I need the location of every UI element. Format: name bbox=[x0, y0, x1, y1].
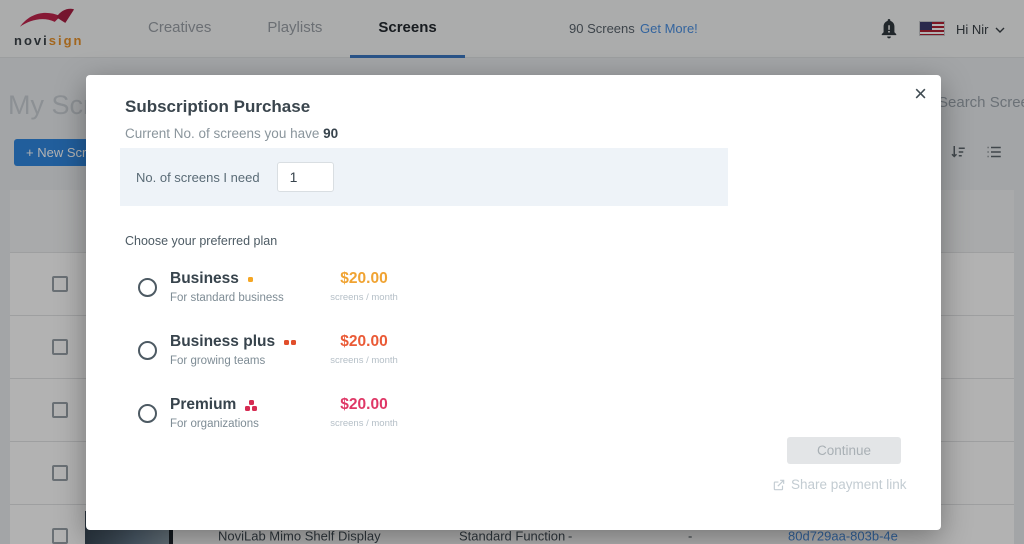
plan-subtitle: For standard business bbox=[170, 292, 284, 304]
radio-business-plus[interactable] bbox=[138, 341, 157, 360]
plan-option-business-plus[interactable]: Business plus For growing teams $20.00 s… bbox=[136, 333, 556, 385]
screens-needed-input[interactable] bbox=[276, 162, 334, 192]
plan-subtitle: For growing teams bbox=[170, 355, 266, 367]
plan-price: $20.00 bbox=[340, 270, 388, 287]
radio-premium[interactable] bbox=[138, 404, 157, 423]
share-payment-link-label: Share payment link bbox=[791, 477, 907, 492]
close-icon[interactable]: × bbox=[914, 79, 927, 110]
plan-name: Premium bbox=[170, 396, 259, 414]
current-screens-label: Current No. of screens you have 90 bbox=[125, 126, 339, 141]
plan-price-unit: screens / month bbox=[330, 355, 398, 366]
plan-tier-dots-icon bbox=[245, 399, 258, 411]
plan-price-unit: screens / month bbox=[330, 292, 398, 303]
share-payment-link[interactable]: Share payment link bbox=[772, 477, 907, 492]
choose-plan-label: Choose your preferred plan bbox=[125, 234, 278, 248]
screens-needed-label: No. of screens I need bbox=[136, 169, 260, 185]
plan-tier-dots-icon bbox=[247, 276, 253, 282]
external-link-icon bbox=[773, 479, 785, 490]
plan-price-unit: screens / month bbox=[330, 418, 398, 429]
subscription-purchase-modal: × Subscription Purchase Current No. of s… bbox=[86, 75, 941, 530]
screens-needed-band: No. of screens I need bbox=[120, 148, 728, 206]
current-screens-value: 90 bbox=[323, 126, 339, 141]
plan-name: Business bbox=[170, 270, 284, 288]
plan-tier-dots-icon bbox=[284, 339, 297, 345]
plan-subtitle: For organizations bbox=[170, 418, 259, 430]
modal-title: Subscription Purchase bbox=[125, 97, 311, 116]
plan-price: $20.00 bbox=[340, 333, 388, 350]
continue-button[interactable]: Continue bbox=[787, 437, 901, 464]
radio-business[interactable] bbox=[138, 278, 157, 297]
plan-option-premium[interactable]: Premium For organizations $20.00 screens… bbox=[136, 396, 556, 448]
plan-option-business[interactable]: Business For standard business $20.00 sc… bbox=[136, 270, 556, 322]
plan-price: $20.00 bbox=[340, 396, 388, 413]
plan-name: Business plus bbox=[170, 333, 297, 351]
